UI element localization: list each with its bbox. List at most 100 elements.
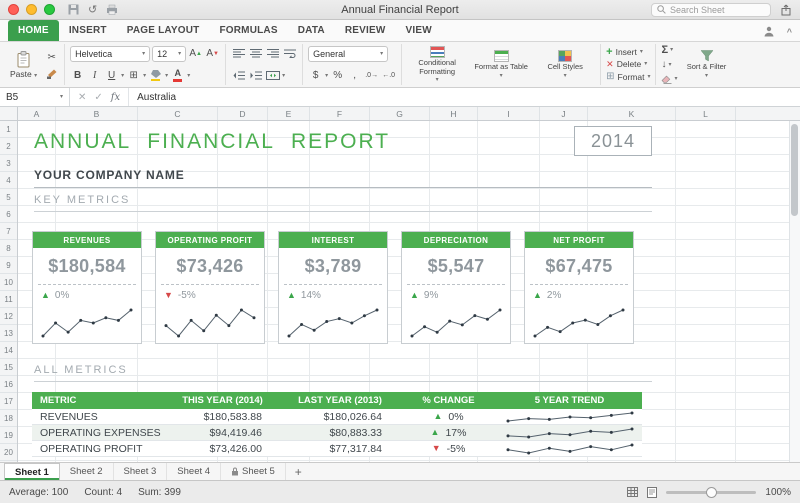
zoom-slider[interactable] — [666, 486, 757, 498]
row-header-8[interactable]: 8 — [0, 240, 17, 257]
name-box[interactable]: B5 ▾ — [0, 88, 70, 106]
number-format-select[interactable]: General ▾ — [308, 46, 389, 62]
add-sheet-button[interactable]: + — [286, 463, 311, 480]
metric-card-operating-profit[interactable]: OPERATING PROFIT $73,426 ▼ -5% — [155, 231, 265, 344]
column-header-A[interactable]: A — [18, 107, 56, 120]
column-header-B[interactable]: B — [56, 107, 138, 120]
metric-card-net-profit[interactable]: NET PROFIT $67,475 ▲ 2% — [524, 231, 634, 344]
decrease-indent-icon[interactable] — [231, 68, 246, 83]
font-size-select[interactable]: 12 ▾ — [152, 46, 187, 62]
undo-icon[interactable]: ↺ — [88, 3, 97, 16]
sheet-tab-5[interactable]: Sheet 5 — [221, 463, 286, 480]
metric-card-interest[interactable]: INTEREST $3,789 ▲ 14% — [278, 231, 388, 344]
row-header-6[interactable]: 6 — [0, 206, 17, 223]
row-header-20[interactable]: 20 — [0, 444, 17, 461]
paste-button[interactable]: Paste ▾ — [7, 50, 40, 79]
ribbon-tab-insert[interactable]: INSERT — [59, 20, 117, 41]
align-right-icon[interactable] — [265, 46, 280, 61]
row-header-11[interactable]: 11 — [0, 291, 17, 308]
format-as-table-button[interactable]: Format as Table ▾ — [471, 50, 531, 79]
ribbon-tab-view[interactable]: VIEW — [395, 20, 441, 41]
fullscreen-button[interactable] — [44, 4, 55, 15]
insert-function-icon[interactable]: fx — [111, 92, 120, 103]
clear-button[interactable]: ▾ — [661, 73, 678, 86]
align-left-icon[interactable] — [231, 46, 246, 61]
close-button[interactable] — [8, 4, 19, 15]
comma-format-icon[interactable]: , — [347, 68, 362, 83]
enter-icon[interactable]: ✓ — [94, 92, 102, 103]
row-header-3[interactable]: 3 — [0, 155, 17, 172]
row-header-18[interactable]: 18 — [0, 410, 17, 427]
currency-format-icon[interactable]: $ — [308, 68, 323, 83]
increase-indent-icon[interactable] — [248, 68, 263, 83]
column-header-E[interactable]: E — [268, 107, 310, 120]
align-center-icon[interactable] — [248, 46, 263, 61]
metric-card-depreciation[interactable]: DEPRECIATION $5,547 ▲ 9% — [401, 231, 511, 344]
insert-button[interactable]: + Insert ▾ — [606, 46, 650, 58]
sheet-tab-1[interactable]: Sheet 1 — [4, 463, 60, 480]
minimize-button[interactable] — [26, 4, 37, 15]
sheet-canvas[interactable]: ANNUAL FINANCIAL REPORT 2014 YOUR COMPAN… — [18, 121, 800, 462]
decrease-decimal-icon[interactable]: ←.0 — [381, 68, 396, 83]
ribbon-tab-home[interactable]: HOME — [8, 20, 59, 41]
wrap-text-icon[interactable] — [282, 46, 297, 61]
cancel-icon[interactable]: ✕ — [78, 92, 86, 103]
row-header-19[interactable]: 19 — [0, 427, 17, 444]
sort-filter-button[interactable]: Sort & Filter ▾ — [682, 50, 732, 79]
merge-center-icon[interactable] — [265, 68, 280, 83]
column-header-D[interactable]: D — [218, 107, 268, 120]
formula-input[interactable]: Australia — [129, 92, 176, 103]
scrollbar-thumb[interactable] — [791, 124, 798, 216]
borders-icon[interactable]: ⊞ — [126, 68, 141, 83]
ribbon-tab-formulas[interactable]: FORMULAS — [209, 20, 287, 41]
font-color-icon[interactable]: A — [170, 68, 185, 83]
increase-font-icon[interactable]: A ▲ — [188, 47, 203, 62]
share-icon[interactable] — [780, 4, 792, 16]
format-painter-icon[interactable] — [46, 69, 57, 79]
table-row[interactable]: OPERATING PROFIT $73,426.00 $77,317.84 ▼… — [32, 441, 642, 457]
page-layout-view-icon[interactable] — [647, 486, 658, 498]
ribbon-tab-page-layout[interactable]: PAGE LAYOUT — [117, 20, 210, 41]
column-header-H[interactable]: H — [430, 107, 478, 120]
cut-icon[interactable]: ✂ — [44, 50, 59, 65]
format-button[interactable]: ⊞ Format ▾ — [606, 71, 650, 83]
row-header-10[interactable]: 10 — [0, 274, 17, 291]
table-row[interactable]: OPERATING EXPENSES $94,419.46 $80,883.33… — [32, 425, 642, 441]
row-header-7[interactable]: 7 — [0, 223, 17, 240]
row-header-17[interactable]: 17 — [0, 393, 17, 410]
delete-button[interactable]: ✕ Delete ▾ — [606, 58, 650, 70]
row-header-9[interactable]: 9 — [0, 257, 17, 274]
cell-styles-button[interactable]: Cell Styles ▾ — [535, 50, 595, 79]
conditional-formatting-button[interactable]: Conditional Formatting ▾ — [407, 45, 467, 83]
bold-button[interactable]: B — [70, 68, 85, 83]
vertical-scrollbar[interactable] — [789, 121, 800, 462]
print-icon[interactable] — [106, 4, 118, 15]
ribbon-tab-data[interactable]: DATA — [288, 20, 335, 41]
sheet-tab-4[interactable]: Sheet 4 — [167, 463, 222, 480]
font-family-select[interactable]: Helvetica ▾ — [70, 46, 151, 62]
row-header-4[interactable]: 4 — [0, 172, 17, 189]
row-header-5[interactable]: 5 — [0, 189, 17, 206]
column-header-J[interactable]: J — [540, 107, 588, 120]
save-icon[interactable] — [68, 4, 79, 15]
increase-decimal-icon[interactable]: .0→ — [364, 68, 379, 83]
row-header-16[interactable]: 16 — [0, 376, 17, 393]
row-header-1[interactable]: 1 — [0, 121, 17, 138]
column-header-C[interactable]: C — [138, 107, 218, 120]
underline-button[interactable]: U — [104, 68, 119, 83]
column-header-K[interactable]: K — [588, 107, 676, 120]
column-header-L[interactable]: L — [676, 107, 736, 120]
ribbon-tab-review[interactable]: REVIEW — [335, 20, 396, 41]
row-header-2[interactable]: 2 — [0, 138, 17, 155]
normal-view-icon[interactable] — [627, 487, 639, 497]
search-input[interactable]: Search Sheet — [651, 2, 771, 17]
italic-button[interactable]: I — [87, 68, 102, 83]
decrease-font-icon[interactable]: A ▼ — [205, 47, 220, 62]
percent-format-icon[interactable]: % — [330, 68, 345, 83]
column-header-F[interactable]: F — [310, 107, 370, 120]
column-header-G[interactable]: G — [370, 107, 430, 120]
row-header-13[interactable]: 13 — [0, 325, 17, 342]
zoom-slider-thumb[interactable] — [706, 486, 718, 498]
select-all-corner[interactable] — [0, 107, 18, 120]
fill-color-icon[interactable] — [148, 68, 163, 83]
